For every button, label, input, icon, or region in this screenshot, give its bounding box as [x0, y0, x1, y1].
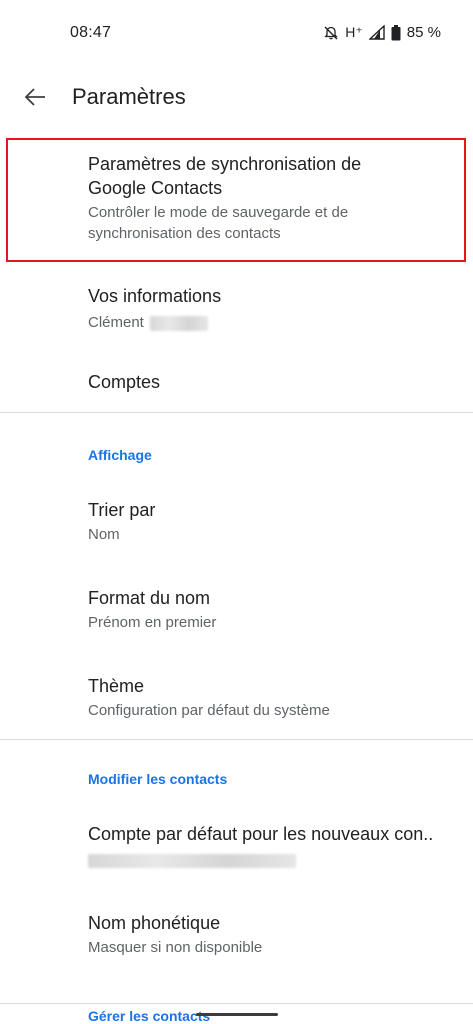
your-info-title: Vos informations [88, 286, 222, 306]
sort-by-value: Nom [88, 526, 120, 543]
app-bar: Paramètres [0, 70, 473, 128]
your-info-subtitle: Clément [88, 312, 453, 333]
status-time: 08:47 [70, 24, 112, 41]
sort-by-item[interactable]: Trier par Nom [0, 484, 473, 562]
gesture-navigation-bar[interactable] [196, 1013, 278, 1016]
status-icons: H⁺ 85 % [323, 24, 441, 41]
phonetic-name-item[interactable]: Nom phonétique Masquer si non disponible [0, 897, 473, 975]
divider [0, 1003, 473, 1004]
divider [0, 412, 473, 413]
sync-settings-title: Paramètres de synchronisation de Google … [88, 154, 362, 198]
theme-value: Configuration par défaut du système [88, 702, 330, 719]
default-account-title: Compte par défaut pour les nouveaux con.… [88, 824, 434, 844]
alarm-off-icon [323, 25, 339, 41]
section-header-manage-contacts: Gérer les contacts [88, 1008, 211, 1024]
sync-settings-item[interactable]: Paramètres de synchronisation de Google … [0, 138, 473, 262]
phonetic-name-value: Masquer si non disponible [88, 939, 263, 956]
status-bar: 08:47 H⁺ 85 % [0, 0, 473, 70]
divider [0, 739, 473, 740]
theme-title: Thème [88, 676, 145, 696]
name-format-value: Prénom en premier [88, 614, 217, 631]
accounts-title: Comptes [88, 372, 161, 392]
sort-by-title: Trier par [88, 500, 156, 520]
theme-item[interactable]: Thème Configuration par défaut du systèm… [0, 660, 473, 738]
redacted-surname [150, 315, 209, 331]
section-header-display: Affichage [88, 447, 152, 463]
network-type: H⁺ [345, 24, 363, 40]
arrow-back-icon [24, 87, 46, 111]
name-format-item[interactable]: Format du nom Prénom en premier [0, 572, 473, 650]
default-account-item[interactable]: Compte par défaut pour les nouveaux con.… [0, 808, 473, 888]
signal-icon [368, 25, 385, 40]
name-format-title: Format du nom [88, 588, 211, 608]
back-button[interactable] [18, 84, 52, 114]
battery-icon [391, 24, 401, 41]
page-title: Paramètres [72, 84, 186, 109]
battery-level: 85 % [406, 24, 441, 41]
accounts-item[interactable]: Comptes [0, 356, 473, 412]
redacted-account-email [88, 854, 296, 869]
phonetic-name-title: Nom phonétique [88, 913, 221, 933]
your-info-item[interactable]: Vos informations Clément [0, 270, 473, 348]
section-header-edit-contacts: Modifier les contacts [88, 771, 228, 787]
sync-settings-subtitle: Contrôler le mode de sauvegarde et de sy… [88, 204, 349, 242]
default-account-value [88, 850, 453, 871]
user-name: Clément [88, 314, 144, 331]
